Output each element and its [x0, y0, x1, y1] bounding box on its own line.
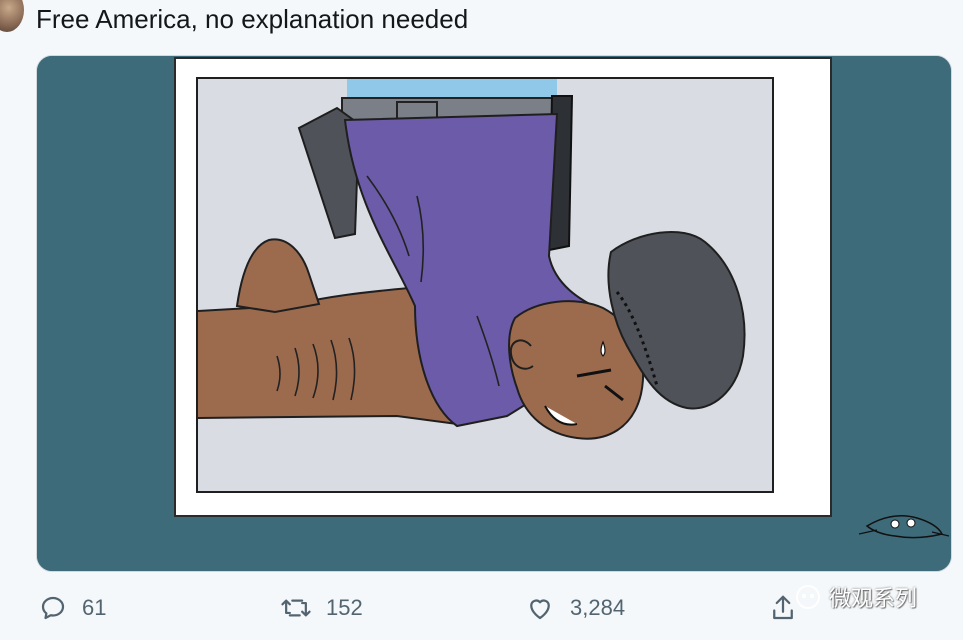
reply-count: 61 [82, 595, 107, 620]
heart-icon [530, 599, 550, 620]
watermark: 微观系列 [795, 581, 917, 613]
wechat-logo-icon [796, 585, 820, 609]
avatar[interactable] [0, 0, 24, 32]
share-icon [773, 595, 793, 620]
tweet-media-image[interactable] [36, 55, 952, 572]
like-button[interactable]: 3,284 [524, 590, 625, 626]
watermark-text: 微观系列 [829, 586, 918, 611]
cartoon-illustration [37, 56, 951, 571]
retweet-count: 152 [326, 595, 363, 620]
reply-icon [41, 596, 65, 620]
like-count: 3,284 [570, 595, 626, 620]
tweet-text: Free America, no explanation needed [36, 4, 469, 34]
share-button[interactable] [768, 590, 798, 626]
reply-button[interactable]: 61 [38, 590, 106, 626]
retweet-button[interactable]: 152 [280, 590, 363, 626]
retweet-icon [281, 599, 311, 617]
